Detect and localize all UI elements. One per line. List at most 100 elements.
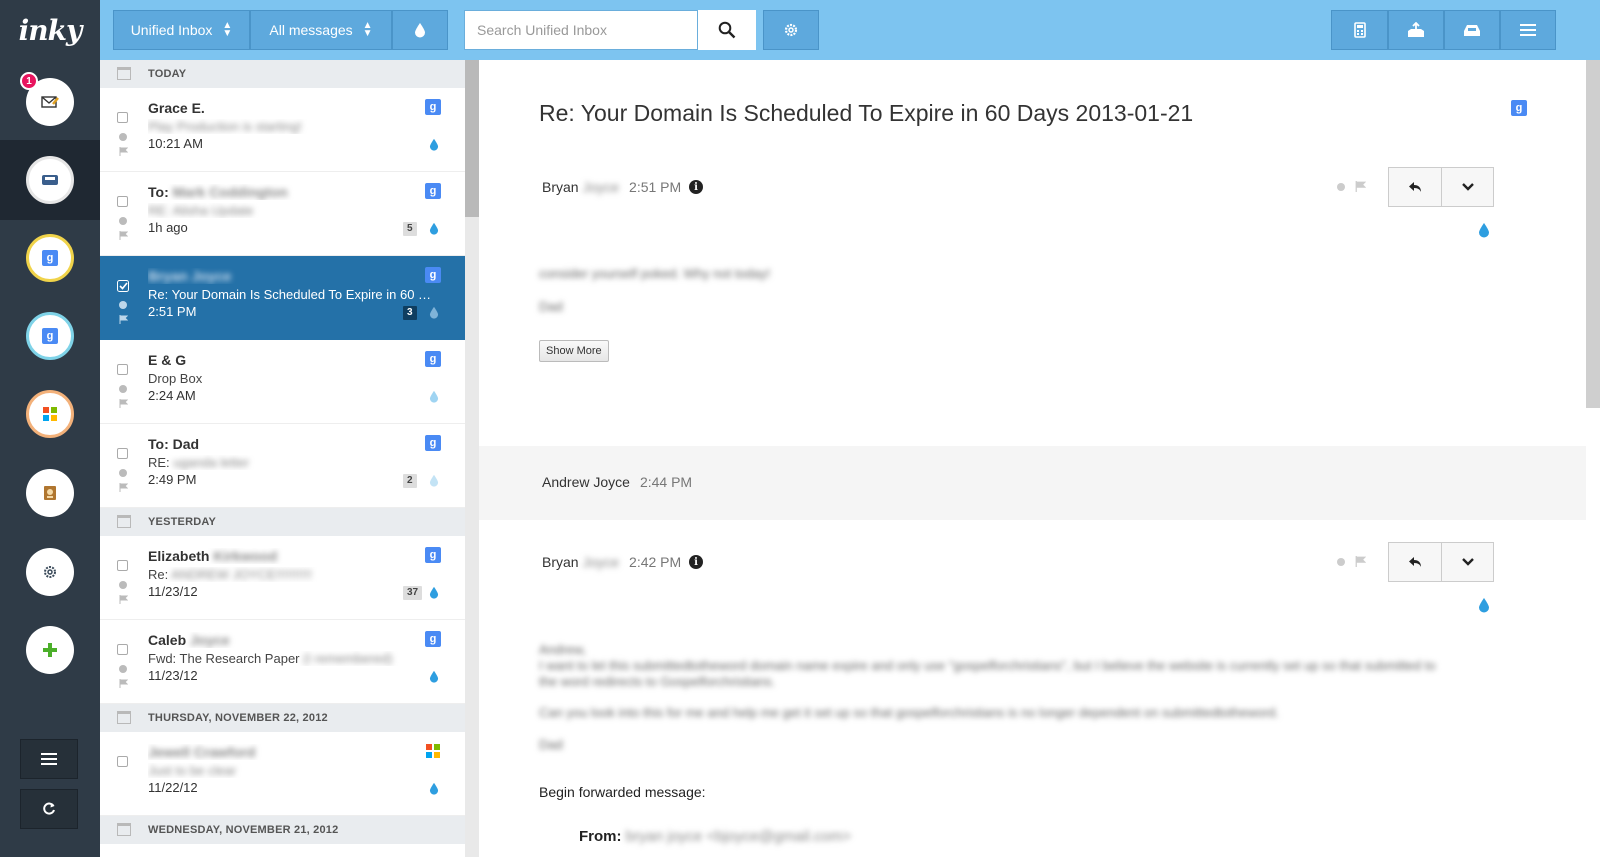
rail-google-account-2[interactable]: g	[0, 296, 100, 376]
unread-dot[interactable]	[119, 385, 127, 393]
list-item[interactable]: Jewell Crawford Just to be clear 11/22/1…	[100, 732, 465, 816]
refresh-icon	[43, 802, 55, 815]
more-actions-button[interactable]	[1441, 543, 1493, 581]
list-item[interactable]: E & G Drop Box 2:24 AM g	[100, 340, 465, 424]
rail-menu-button[interactable]	[20, 739, 78, 779]
calendar-icon	[117, 823, 131, 836]
windows-icon	[43, 407, 57, 421]
windows-account-button[interactable]	[26, 390, 74, 438]
list-item[interactable]: Elizabeth Kirkwood Re: ANDREW JOYCE!!!!!…	[100, 536, 465, 620]
rail-refresh-button[interactable]	[20, 789, 78, 829]
select-checkbox[interactable]	[117, 756, 128, 767]
settings-button[interactable]	[26, 548, 74, 596]
rail-compose[interactable]: 1	[0, 62, 100, 142]
compose-mail-button[interactable]: 1	[20, 72, 74, 126]
list-item[interactable]: To: Dad RE: uganda letter 2:49 PM g 2	[100, 424, 465, 508]
rail-contacts[interactable]	[0, 453, 100, 533]
droplet-icon[interactable]	[429, 782, 439, 795]
select-checkbox[interactable]	[117, 644, 128, 655]
reader-scrollbar[interactable]	[1586, 60, 1600, 857]
rail-windows-account[interactable]	[0, 374, 100, 454]
show-more-button[interactable]: Show More	[539, 340, 609, 362]
checked-checkbox[interactable]	[117, 280, 129, 292]
drop-filter-button[interactable]	[392, 10, 448, 50]
menu-icon	[41, 753, 57, 765]
select-checkbox[interactable]	[117, 112, 128, 123]
unread-dot[interactable]	[1337, 558, 1345, 566]
droplet-icon[interactable]	[429, 586, 439, 599]
droplet-icon[interactable]	[1478, 597, 1490, 613]
search-input[interactable]: Search Unified Inbox	[464, 10, 698, 50]
search-button[interactable]	[698, 10, 756, 50]
droplet-icon[interactable]	[1478, 222, 1490, 238]
list-item[interactable]: Caleb Joyce Fwd: The Research Paper (I r…	[100, 620, 465, 704]
list-scrollbar[interactable]	[465, 60, 479, 857]
unread-dot[interactable]	[119, 665, 127, 673]
unread-dot[interactable]	[119, 581, 127, 589]
list-item-selected[interactable]: Bryan Joyce Re: Your Domain Is Scheduled…	[100, 256, 465, 340]
select-checkbox[interactable]	[117, 560, 128, 571]
droplet-icon[interactable]	[429, 222, 439, 235]
mailbox-select[interactable]: Unified Inbox ▲ ▼	[113, 10, 250, 50]
unread-dot[interactable]	[119, 217, 127, 225]
settings-button[interactable]	[763, 10, 819, 50]
rail-google-account-1[interactable]: g	[0, 218, 100, 298]
reply-button[interactable]	[1389, 168, 1441, 206]
droplet-icon[interactable]	[429, 306, 439, 319]
flag-icon[interactable]	[119, 231, 128, 240]
google-account-button[interactable]: g	[26, 312, 74, 360]
flag-icon[interactable]	[1355, 181, 1366, 192]
inbox-upload-button[interactable]	[1388, 10, 1444, 50]
droplet-icon[interactable]	[429, 390, 439, 403]
flag-icon[interactable]	[119, 315, 128, 324]
unread-dot[interactable]	[1337, 183, 1345, 191]
message-body-line: Andrew,	[539, 642, 586, 657]
message-actions	[1388, 542, 1494, 582]
message-time: 2:49 PM	[148, 472, 197, 487]
google-account-button[interactable]: g	[26, 234, 74, 282]
droplet-icon[interactable]	[429, 474, 439, 487]
rail-add-account[interactable]	[0, 610, 100, 690]
menu-icon	[1520, 24, 1536, 36]
sort-caret-icon: ▲ ▼	[362, 20, 373, 39]
contacts-button[interactable]	[26, 469, 74, 517]
reader-scroll-thumb[interactable]	[1586, 60, 1600, 408]
unified-inbox-button[interactable]	[26, 156, 74, 204]
more-actions-button[interactable]	[1441, 168, 1493, 206]
rail-settings[interactable]	[0, 532, 100, 612]
list-item[interactable]: Grace E. Play Production is starting! 10…	[100, 88, 465, 172]
flag-icon[interactable]	[119, 483, 128, 492]
filter-select[interactable]: All messages ▲ ▼	[250, 10, 392, 50]
flag-icon[interactable]	[119, 399, 128, 408]
list-item[interactable]: To: Mark Coddington RE: Alisha Update 1h…	[100, 172, 465, 256]
main-menu-button[interactable]	[1500, 10, 1556, 50]
rail-unified-inbox[interactable]	[0, 140, 100, 220]
unread-dot[interactable]	[119, 301, 127, 309]
reply-button[interactable]	[1389, 543, 1441, 581]
list-scroll-thumb[interactable]	[465, 60, 479, 217]
calculator-button[interactable]	[1331, 10, 1388, 50]
message-subject: Re: Your Domain Is Scheduled To Expire i…	[148, 287, 440, 302]
inbox-tray-button[interactable]	[1444, 10, 1500, 50]
unread-dot[interactable]	[119, 133, 127, 141]
search-placeholder: Search Unified Inbox	[477, 22, 607, 38]
select-checkbox[interactable]	[117, 364, 128, 375]
droplet-icon[interactable]	[429, 670, 439, 683]
select-checkbox[interactable]	[117, 448, 128, 459]
flag-icon[interactable]	[119, 147, 128, 156]
date-group-label: THURSDAY, NOVEMBER 22, 2012	[148, 712, 328, 724]
info-icon[interactable]: i	[689, 180, 703, 194]
add-account-button[interactable]	[26, 626, 74, 674]
message-sender[interactable]: Bryan Joyce 2:42 PM	[542, 554, 681, 570]
unread-dot[interactable]	[119, 469, 127, 477]
select-checkbox[interactable]	[117, 196, 128, 207]
flag-icon[interactable]	[119, 679, 128, 688]
flag-icon[interactable]	[119, 595, 128, 604]
collapsed-message[interactable]: Andrew Joyce 2:44 PM	[479, 446, 1586, 520]
message-from: E & G	[148, 352, 187, 368]
flag-icon[interactable]	[1355, 556, 1366, 567]
info-icon[interactable]: i	[689, 555, 703, 569]
droplet-icon[interactable]	[429, 138, 439, 151]
message-body-line: I want to let this submittedtotheword do…	[539, 658, 1436, 673]
message-sender[interactable]: Bryan Joyce 2:51 PM	[542, 179, 681, 195]
